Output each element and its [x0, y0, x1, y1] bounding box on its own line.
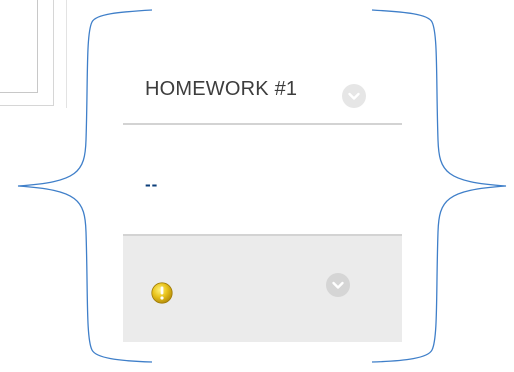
adjacent-panel [0, 0, 54, 106]
column-header: HOMEWORK #1 [123, 60, 402, 125]
chevron-down-icon [332, 281, 344, 289]
chevron-down-icon [348, 92, 360, 100]
column-menu-button[interactable] [342, 84, 366, 108]
warning-icon [151, 282, 173, 304]
grade-value: -- [145, 175, 159, 194]
adjacent-panel-inner [0, 0, 38, 93]
homework-column: HOMEWORK #1 -- [123, 60, 402, 342]
alert-cell [123, 236, 402, 342]
grade-cell[interactable]: -- [123, 125, 402, 236]
alert-menu-button[interactable] [326, 273, 350, 297]
adjacent-panel-edge [66, 0, 67, 108]
column-title: HOMEWORK #1 [145, 78, 298, 100]
